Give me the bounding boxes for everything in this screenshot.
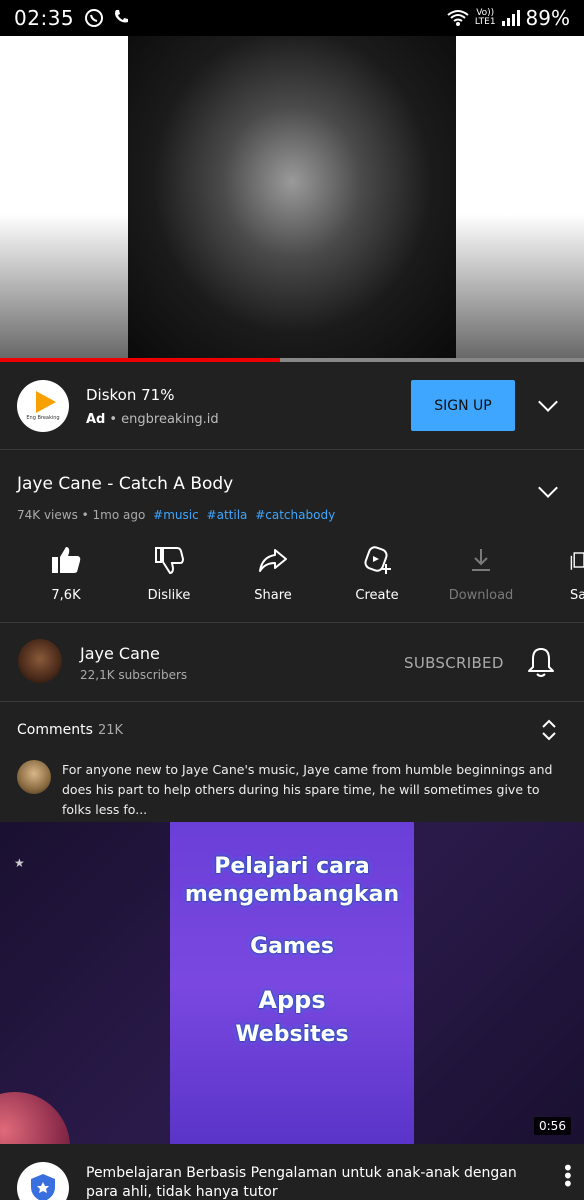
chevron-down-icon[interactable] [538,392,558,412]
comments-heading[interactable]: Comments [17,722,93,738]
comments-count: 21K [98,723,124,738]
battery-percent: 89% [525,6,570,30]
thumbs-down-icon [155,547,185,575]
volte-indicator: Vo)) LTE1 [474,8,496,27]
commenter-avatar [17,760,51,794]
video-thumbnail [128,36,456,360]
create-icon [364,546,391,574]
video-meta: 74K views • 1mo ago #music #attila #catc… [17,508,336,522]
more-options-icon[interactable]: • • • [562,1158,574,1194]
promo-line: mengembangkan [184,882,400,907]
promo-line: Games [250,934,334,959]
hashtag-link[interactable]: #music [153,508,199,522]
action-bar: 7,6K Dislike Share Create Download Sa [0,540,584,620]
promo-line: Pelajari cara [214,854,370,879]
star-decoration: ★ [14,856,25,870]
wifi-icon [447,10,469,26]
download-button[interactable]: Download [431,540,531,603]
promoted-video-thumbnail[interactable]: ★ ● ● Pelajari cara mengembangkan Games … [0,822,584,1144]
status-bar: 02:35 Vo)) LTE1 89% [0,0,584,36]
ad-subtitle: Ad • engbreaking.id [86,412,219,427]
whatsapp-icon [85,9,104,27]
sign-up-button[interactable]: SIGN UP [411,380,515,431]
create-button[interactable]: Create [327,540,427,603]
thumbs-up-icon [52,547,81,573]
subscribed-button[interactable]: SUBSCRIBED [404,654,504,672]
bell-icon[interactable] [527,646,555,678]
save-icon [570,552,584,570]
promo-line: Websites [235,1022,349,1047]
clock: 02:35 [14,6,75,30]
promo-line: Apps [258,986,326,1014]
channel-name[interactable]: Jaye Cane [80,644,160,663]
hashtag-link[interactable]: #catchabody [255,508,335,522]
video-player[interactable] [0,36,584,360]
next-ad-title[interactable]: Pembelajaran Berbasis Pengalaman untuk a… [86,1164,526,1200]
video-title[interactable]: Jaye Cane - Catch A Body [17,474,233,494]
subscriber-count: 22,1K subscribers [80,668,188,682]
shield-icon [31,1174,55,1200]
signal-icon [501,10,520,26]
share-icon [259,549,287,572]
ad-banner[interactable]: Eng Breaking Diskon 71% Ad • engbreaking.… [0,362,584,450]
channel-avatar[interactable] [18,639,62,683]
expand-comments-icon[interactable] [540,718,558,742]
hashtag-link[interactable]: #attila [207,508,248,522]
save-button[interactable]: Sa [535,540,584,603]
dislike-button[interactable]: Dislike [119,540,219,603]
like-button[interactable]: 7,6K [16,540,116,603]
expand-description-icon[interactable] [538,478,558,498]
share-button[interactable]: Share [223,540,323,603]
ad-title: Diskon 71% [86,386,175,404]
advertiser-logo: Eng Breaking [17,380,69,432]
top-comment[interactable]: For anyone new to Jaye Cane's music, Jay… [62,760,570,820]
phone-icon [115,10,129,23]
advertiser-shield-logo[interactable] [17,1162,69,1200]
video-duration: 0:56 [534,1117,571,1135]
download-icon [472,549,490,571]
